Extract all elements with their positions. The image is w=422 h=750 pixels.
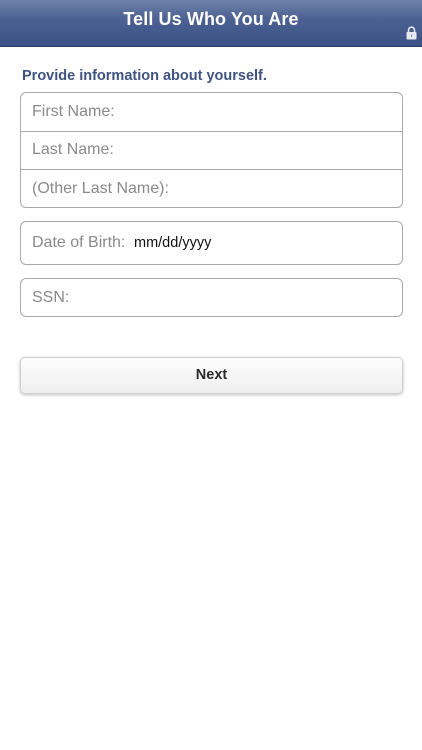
header-bar: Tell Us Who You Are: [0, 0, 422, 47]
ssn-field: [20, 278, 403, 317]
last-name-row: [21, 131, 402, 170]
date-of-birth-input[interactable]: mm/dd/yyyy: [134, 235, 211, 251]
name-fields-group: [20, 92, 403, 208]
next-button[interactable]: Next: [20, 357, 403, 394]
ssn-input[interactable]: [21, 279, 402, 316]
other-last-name-input[interactable]: [21, 170, 402, 207]
date-of-birth-label: Date of Birth:: [32, 234, 126, 251]
lock-icon: [406, 26, 417, 40]
date-of-birth-field[interactable]: Date of Birth: mm/dd/yyyy: [20, 221, 403, 265]
page-title: Tell Us Who You Are: [123, 9, 299, 29]
first-name-input[interactable]: [21, 93, 402, 131]
first-name-row: [21, 93, 402, 132]
last-name-input[interactable]: [21, 131, 402, 169]
other-last-name-row: [21, 170, 402, 207]
intro-text: Provide information about yourself.: [22, 68, 267, 84]
